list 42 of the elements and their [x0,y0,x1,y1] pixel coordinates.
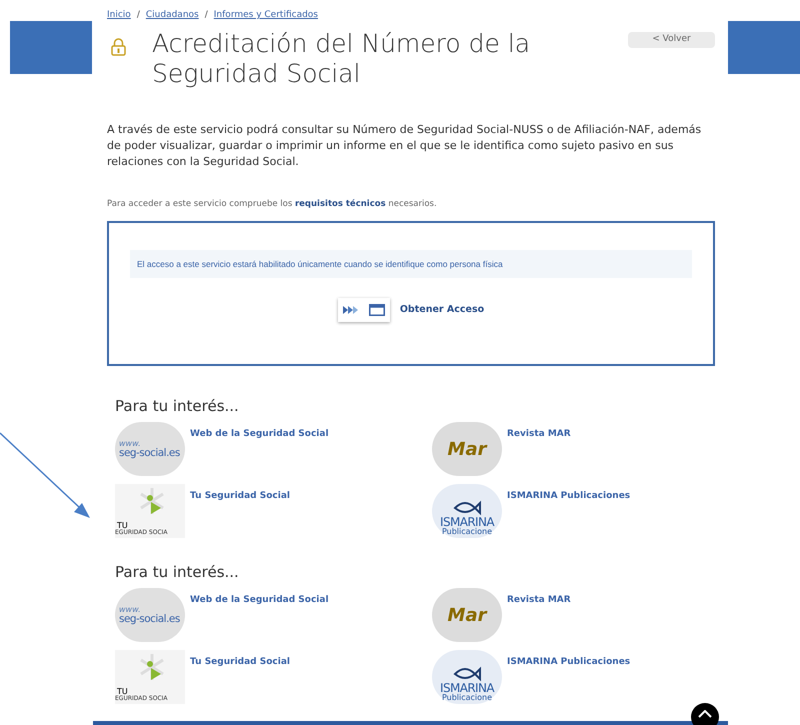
interest-link[interactable]: Revista MAR [507,594,571,608]
logo-text: ISMARINA [440,516,494,528]
window-icon [368,304,385,316]
side-block [728,21,800,74]
logo-text: Publicacione [442,528,492,536]
breadcrumb-link[interactable]: Informes y Certificados [214,9,318,22]
interest-link[interactable]: Web de la Seguridad Social [190,594,329,608]
section-heading: Para tu interés... [115,396,240,416]
scroll-top-button[interactable] [691,703,719,725]
fish-icon [453,500,481,516]
logo-text: Mar [448,604,486,628]
logo-text: seg-social.es [119,614,181,624]
logo-text: www. [119,606,142,614]
section-heading: Para tu interés... [115,562,240,582]
page-title: Acreditación del Número de la Seguridad Social [152,28,532,88]
logo-text: TU [117,688,128,696]
logo-text: ISMARINA [440,682,494,694]
interest-link[interactable]: Tu Seguridad Social [190,656,290,670]
interest-link[interactable]: ISMARINA Publicaciones [507,656,630,670]
logo-text: www. [119,440,142,448]
breadcrumb-separator: / [204,9,208,22]
access-notice: El acceso a este servicio estará habilitado únicamente cuando se identifique como persona física [130,250,692,278]
snowflake-play-icon [139,488,165,516]
intro-paragraph: A través de este servicio podrá consultar su Número de Seguridad Social-NUSS o de Afiliación-NAF, además de poder visualizar, guardar o imprimir un informe en el que se le identifica como sujeto pasivo en sus relaciones con la Seguridad Social. [107,122,702,170]
interest-link[interactable]: Web de la Seguridad Social [190,428,329,442]
interest-link[interactable]: ISMARINA Publicaciones [507,490,630,504]
caret-up-icon [698,710,712,718]
snowflake-play-icon [139,654,165,682]
padlock-icon [111,38,126,56]
access-button[interactable]: Obtener Acceso [338,298,484,322]
interest-link[interactable]: Revista MAR [507,428,571,442]
logo-text: Publicacione [442,694,492,702]
interest-link[interactable]: Tu Seguridad Social [190,490,290,504]
breadcrumb-link[interactable]: Ciudadanos [146,9,199,22]
fish-icon [453,666,481,682]
logo-text: seg-social.es [119,448,181,458]
requirements-note: Para acceder a este servicio compruebe los requisitos técnicos necesarios. [107,198,438,210]
breadcrumb-separator: / [136,9,140,22]
logo-text: TU [117,522,128,530]
back-button[interactable]: < Volver [628,32,715,48]
logo-text: Mar [448,438,486,462]
breadcrumb-link[interactable]: Inicio [107,9,131,22]
